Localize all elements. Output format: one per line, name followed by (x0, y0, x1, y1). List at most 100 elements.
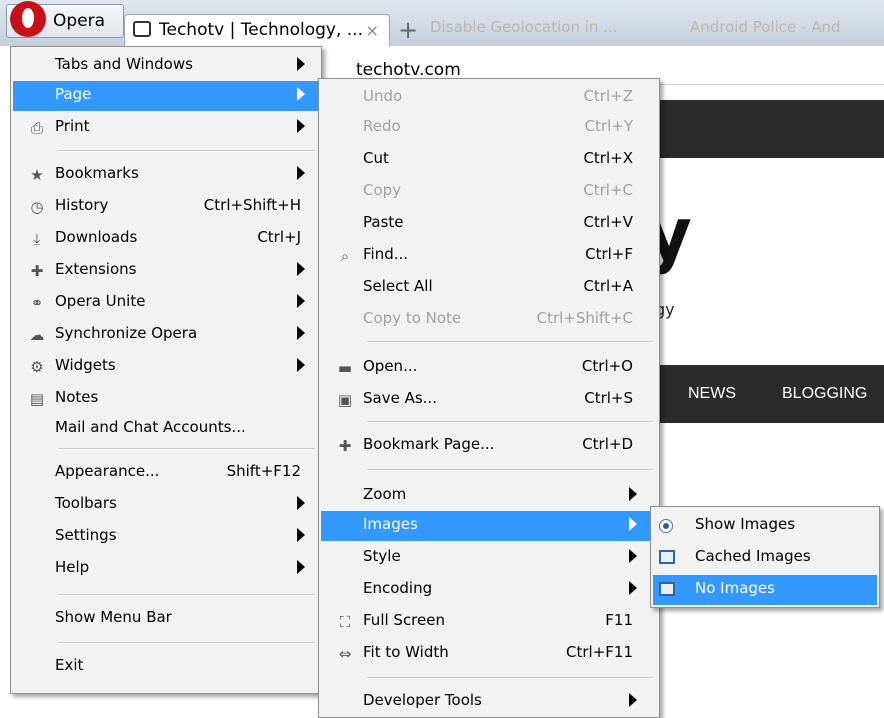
menu-item-show-menu-bar[interactable]: Show Menu Bar (13, 604, 319, 634)
submenu-arrow-icon (629, 693, 637, 707)
menu-item-label: Tabs and Windows (55, 55, 193, 73)
images-submenu: Show Images Cached Images No Images (650, 506, 880, 608)
images-menu-item-show-images[interactable]: Show Images (653, 511, 877, 541)
tab-title: Techotv | Technology, ... (159, 20, 363, 40)
menu-item-label: Exit (55, 656, 84, 674)
menu-separator (59, 150, 315, 152)
menu-item-shortcut: Ctrl+Shift+C (536, 309, 633, 327)
menu-item-label: Copy (363, 181, 402, 199)
page-menu-item-images[interactable]: Images (321, 511, 657, 541)
menu-item-downloads[interactable]: ⤓ Downloads Ctrl+J (13, 224, 319, 254)
menu-separator (367, 677, 653, 679)
menu-item-label: Page (55, 85, 92, 103)
save-icon: ▣ (337, 391, 353, 409)
menu-item-label: Images (363, 515, 418, 533)
page-menu-item-developer-tools[interactable]: Developer Tools (321, 687, 657, 717)
menu-item-settings[interactable]: Settings (13, 522, 319, 552)
submenu-arrow-icon (297, 262, 305, 276)
submenu-arrow-icon (297, 358, 305, 372)
menu-item-shortcut: Ctrl+C (583, 181, 633, 199)
menu-item-page[interactable]: Page (13, 81, 319, 111)
plus-icon: ✚ (338, 437, 352, 455)
page-menu-item-open[interactable]: ▬ Open... Ctrl+O (321, 353, 657, 383)
page-menu-item-cut[interactable]: Cut Ctrl+X (321, 145, 657, 175)
star-icon: ★ (30, 166, 44, 184)
menu-item-shortcut: Shift+F12 (226, 462, 301, 480)
menu-item-shortcut: Ctrl+D (582, 435, 633, 453)
submenu-arrow-icon (297, 326, 305, 340)
submenu-arrow-icon (629, 581, 637, 595)
menu-item-label: Undo (363, 87, 403, 105)
menu-item-shortcut: Ctrl+S (584, 389, 633, 407)
menu-item-tabs-and-windows[interactable]: Tabs and Windows (13, 51, 319, 81)
menu-item-widgets[interactable]: ⚙ Widgets (13, 352, 319, 382)
images-menu-item-no-images[interactable]: No Images (653, 575, 877, 605)
page-menu-item-save-as[interactable]: ▣ Save As... Ctrl+S (321, 385, 657, 415)
page-submenu: Undo Ctrl+Z Redo Ctrl+Y Cut Ctrl+X Copy Ctrl+C P… (318, 78, 660, 718)
submenu-arrow-icon (297, 496, 305, 510)
page-menu-item-bookmark-page[interactable]: ✚ Bookmark Page... Ctrl+D (321, 431, 657, 461)
menu-item-bookmarks[interactable]: ★ Bookmarks (13, 160, 319, 190)
cached-images-icon (659, 550, 675, 564)
cloud-icon: ☁ (29, 326, 45, 344)
radio-selected-icon (659, 519, 673, 533)
menu-item-label: Select All (363, 277, 433, 295)
page-menu-item-find[interactable]: ⌕ Find... Ctrl+F (321, 241, 657, 271)
submenu-arrow-icon (629, 517, 637, 531)
folder-icon: ▬ (337, 359, 353, 377)
tab-disable-geolocation[interactable]: Disable Geolocation in ... (430, 18, 617, 44)
menu-item-print[interactable]: ⎙ Print (13, 113, 319, 143)
menu-item-notes[interactable]: ▤ Notes (13, 384, 319, 414)
menu-item-label: Zoom (363, 485, 407, 503)
menu-item-label: Show Images (695, 515, 796, 533)
images-menu-item-cached-images[interactable]: Cached Images (653, 543, 877, 573)
new-tab-icon[interactable]: + (398, 18, 422, 42)
menu-item-label: Save As... (363, 389, 437, 407)
menu-item-toolbars[interactable]: Toolbars (13, 490, 319, 520)
menu-item-opera-unite[interactable]: ⚭ Opera Unite (13, 288, 319, 318)
tv-favicon-icon (133, 21, 151, 37)
menu-item-synchronize-opera[interactable]: ☁ Synchronize Opera (13, 320, 319, 350)
page-menu-item-style[interactable]: Style (321, 543, 657, 573)
menu-item-shortcut: Ctrl+X (583, 149, 633, 167)
menu-item-label: Open... (363, 357, 418, 375)
menu-item-exit[interactable]: Exit (13, 652, 319, 682)
page-menu-item-zoom[interactable]: Zoom (321, 481, 657, 511)
menu-item-extensions[interactable]: ✚ Extensions (13, 256, 319, 286)
page-menu-item-fit-to-width[interactable]: ⇔ Fit to Width Ctrl+F11 (321, 639, 657, 669)
menu-item-shortcut: Ctrl+F (585, 245, 633, 263)
page-menu-item-paste[interactable]: Paste Ctrl+V (321, 209, 657, 239)
menu-separator (367, 421, 653, 423)
menu-item-label: Show Menu Bar (55, 608, 172, 626)
menu-item-shortcut: Ctrl+V (583, 213, 633, 231)
menu-item-shortcut: Ctrl+F11 (566, 643, 633, 661)
menu-item-label: No Images (695, 579, 775, 597)
opera-menu-button[interactable]: Opera (6, 1, 124, 38)
submenu-arrow-icon (297, 560, 305, 574)
nav-blogging[interactable]: BLOGGING (782, 385, 867, 403)
tab-techotv[interactable]: Techotv | Technology, ... × (124, 14, 390, 46)
puzzle-icon: ✚ (30, 262, 44, 280)
menu-item-shortcut: Ctrl+A (583, 277, 633, 295)
search-icon: ⌕ (340, 247, 350, 265)
tab-close-icon[interactable]: × (366, 21, 379, 40)
menu-item-label: Help (55, 558, 90, 576)
page-menu-item-select-all[interactable]: Select All Ctrl+A (321, 273, 657, 303)
menu-item-label: Cut (363, 149, 389, 167)
menu-item-history[interactable]: ◷ History Ctrl+Shift+H (13, 192, 319, 222)
page-menu-item-encoding[interactable]: Encoding (321, 575, 657, 605)
nav-news[interactable]: NEWS (688, 385, 736, 403)
menu-item-label: Settings (55, 526, 117, 544)
menu-item-help[interactable]: Help (13, 554, 319, 584)
menu-item-mail-and-chat-accounts[interactable]: Mail and Chat Accounts... (13, 414, 319, 444)
submenu-arrow-icon (297, 87, 305, 101)
menu-item-appearance[interactable]: Appearance... Shift+F12 (13, 458, 319, 488)
menu-item-label: Bookmark Page... (363, 435, 495, 453)
menu-item-label: Print (55, 117, 90, 135)
menu-item-label: Find... (363, 245, 409, 263)
fullscreen-icon: ⛶ (339, 613, 351, 631)
tab-android-police[interactable]: Android Police - And (690, 18, 841, 44)
menu-separator (367, 341, 653, 343)
menu-item-label: Downloads (55, 228, 138, 246)
page-menu-item-full-screen[interactable]: ⛶ Full Screen F11 (321, 607, 657, 637)
